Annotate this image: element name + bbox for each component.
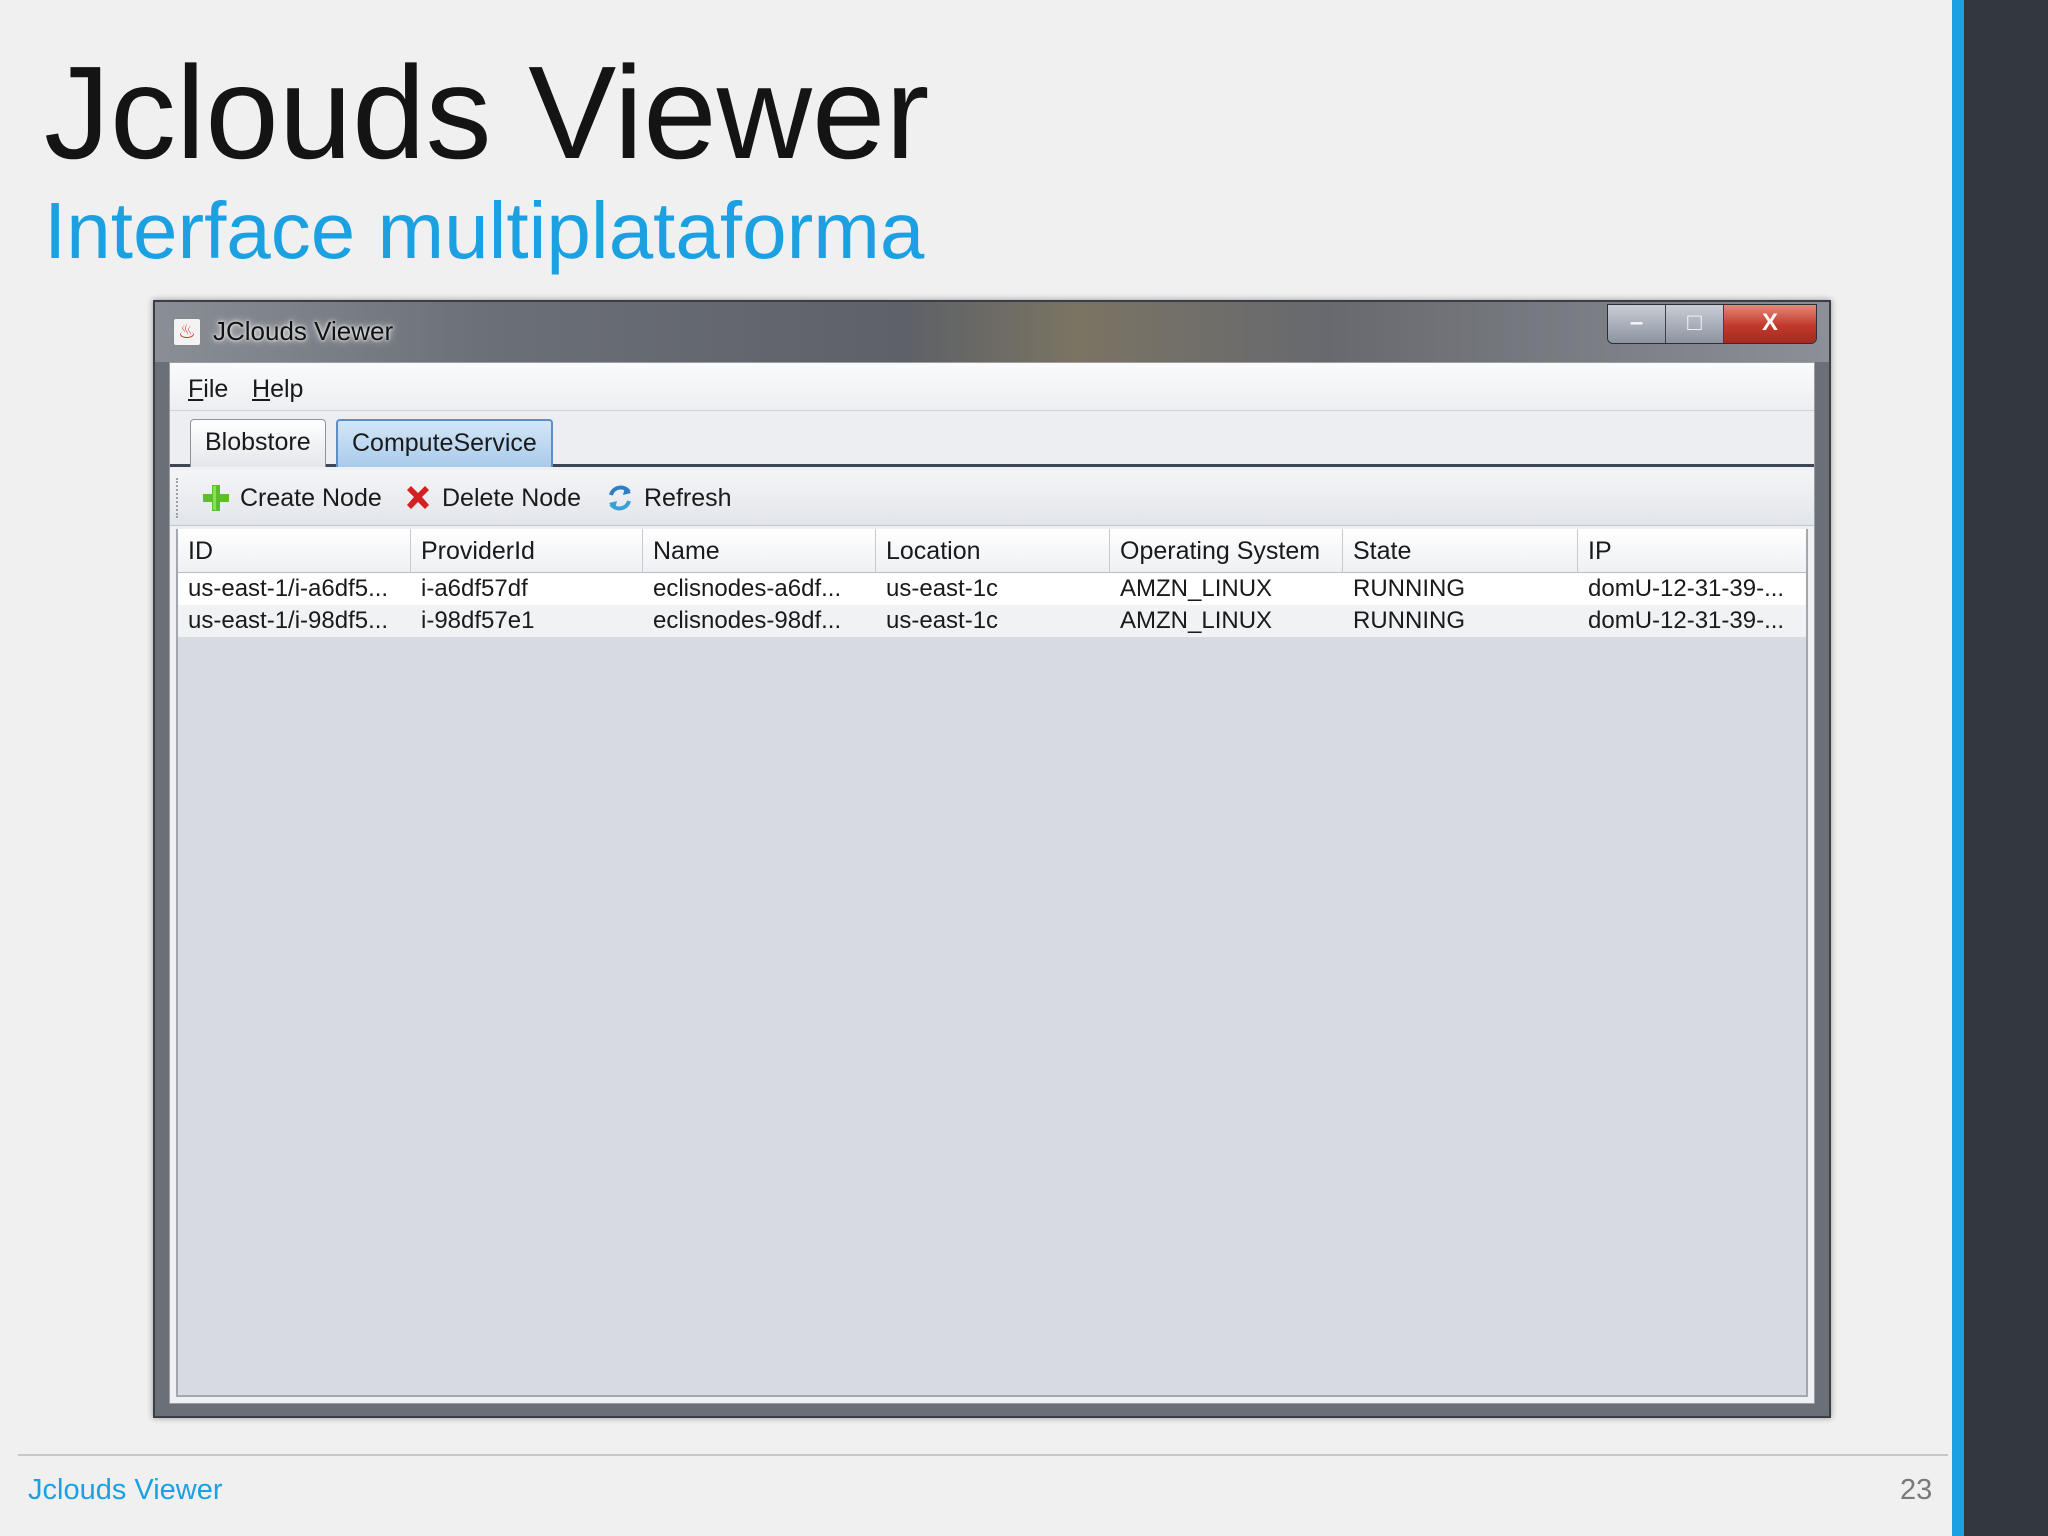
- java-app-icon: ♨: [173, 318, 201, 346]
- toolbar: Create Node Delete Node Refresh: [170, 470, 1814, 526]
- menu-help-mnemonic: H: [252, 375, 271, 403]
- plus-icon: [200, 482, 232, 514]
- nodes-table: ID ProviderId Name Location Operating Sy…: [176, 529, 1808, 1397]
- cell-operating-system: AMZN_LINUX: [1120, 575, 1273, 602]
- refresh-button[interactable]: Refresh: [604, 480, 732, 516]
- column-header-name[interactable]: Name: [643, 529, 876, 573]
- column-header-location[interactable]: Location: [876, 529, 1110, 573]
- delete-x-icon: [402, 482, 434, 514]
- toolbar-grip-handle[interactable]: [176, 478, 181, 518]
- table-header: ID ProviderId Name Location Operating Sy…: [178, 529, 1806, 573]
- menu-file-mnemonic: F: [188, 375, 204, 403]
- menu-file[interactable]: File: [188, 375, 228, 404]
- tab-computeservice[interactable]: ComputeService: [336, 419, 553, 467]
- cell-name: eclisnodes-a6df...: [653, 575, 842, 602]
- cell-providerid: i-a6df57df: [421, 575, 528, 602]
- cell-id: us-east-1/i-a6df5...: [188, 575, 389, 602]
- menu-help[interactable]: Help: [252, 375, 303, 404]
- delete-node-label: Delete Node: [442, 483, 581, 512]
- refresh-icon: [604, 482, 636, 514]
- slide-title: Jclouds Viewer: [44, 39, 930, 186]
- right-accent-stripe: [1952, 0, 1964, 1536]
- jclouds-viewer-window: ♨ JClouds Viewer – □ X File Help Blobsto…: [153, 300, 1831, 1418]
- cell-id: us-east-1/i-98df5...: [188, 607, 389, 634]
- minimize-button[interactable]: –: [1608, 305, 1666, 343]
- cell-operating-system: AMZN_LINUX: [1120, 607, 1273, 634]
- column-header-operating-system[interactable]: Operating System: [1110, 529, 1343, 573]
- right-sidebar-bar: [1964, 0, 2048, 1536]
- column-header-state[interactable]: State: [1343, 529, 1578, 573]
- table-row[interactable]: us-east-1/i-98df5... i-98df57e1 eclisnod…: [178, 605, 1806, 637]
- cell-ip: domU-12-31-39-...: [1588, 575, 1785, 602]
- refresh-label: Refresh: [644, 483, 732, 512]
- create-node-label: Create Node: [240, 483, 382, 512]
- cell-ip: domU-12-31-39-...: [1588, 607, 1785, 634]
- column-header-ip[interactable]: IP: [1578, 529, 1806, 573]
- window-controls: – □ X: [1607, 304, 1817, 344]
- cell-state: RUNNING: [1353, 575, 1465, 602]
- footer-divider: [18, 1454, 1948, 1456]
- tab-strip: Blobstore ComputeService: [170, 411, 1814, 467]
- slide-subtitle: Interface multiplataforma: [44, 186, 925, 275]
- table-row[interactable]: us-east-1/i-a6df5... i-a6df57df eclisnod…: [178, 573, 1806, 605]
- cell-location: us-east-1c: [886, 607, 999, 634]
- menu-file-label: ile: [203, 375, 229, 403]
- menu-help-label: elp: [270, 375, 304, 403]
- window-title: JClouds Viewer: [213, 316, 394, 346]
- cell-providerid: i-98df57e1: [421, 607, 535, 634]
- menubar: File Help: [170, 363, 1814, 411]
- cell-state: RUNNING: [1353, 607, 1465, 634]
- create-node-button[interactable]: Create Node: [200, 480, 382, 516]
- close-button[interactable]: X: [1724, 305, 1816, 343]
- cell-location: us-east-1c: [886, 575, 999, 602]
- column-header-providerid[interactable]: ProviderId: [411, 529, 643, 573]
- delete-node-button[interactable]: Delete Node: [402, 480, 581, 516]
- cell-name: eclisnodes-98df...: [653, 607, 842, 634]
- column-header-id[interactable]: ID: [178, 529, 411, 573]
- footer-title: Jclouds Viewer: [28, 1474, 223, 1506]
- tab-blobstore[interactable]: Blobstore: [190, 419, 326, 467]
- window-client-area: File Help Blobstore ComputeService Creat…: [169, 362, 1815, 1404]
- maximize-button[interactable]: □: [1666, 305, 1724, 343]
- page-number: 23: [1900, 1474, 1933, 1506]
- window-titlebar[interactable]: ♨ JClouds Viewer – □ X: [155, 302, 1829, 362]
